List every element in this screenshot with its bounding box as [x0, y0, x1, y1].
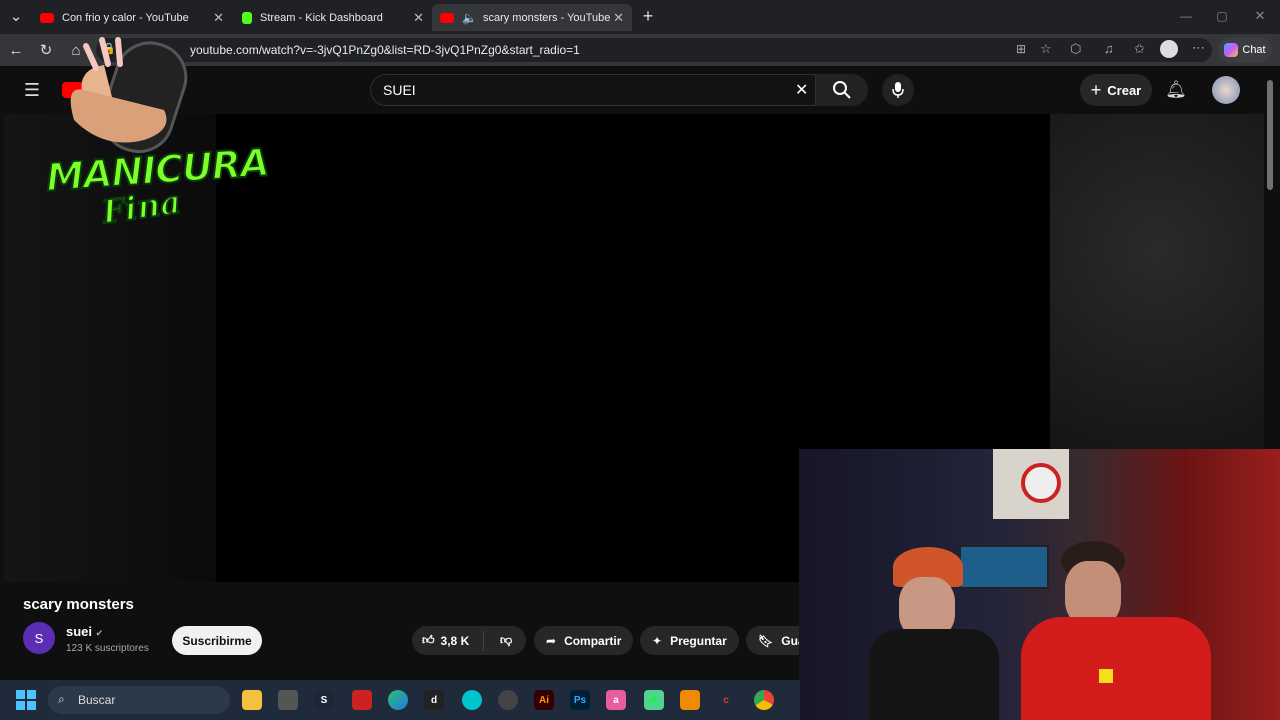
photoshop-icon[interactable]: Ps — [570, 690, 590, 710]
obs-icon[interactable] — [498, 690, 518, 710]
chrome-icon[interactable] — [754, 690, 774, 710]
no-entry-sign-icon — [1021, 463, 1061, 503]
hamburger-menu-icon[interactable]: ☰ — [22, 80, 42, 100]
illustrator-icon[interactable]: Ai — [534, 690, 554, 710]
app-grid-icon[interactable] — [352, 690, 372, 710]
person-left-shirt — [869, 629, 999, 720]
kick-favicon-icon — [242, 11, 252, 24]
tab-title: Con frio y calor - YouTube — [62, 11, 189, 24]
new-tab-icon[interactable]: + — [638, 6, 658, 26]
channel-name-text: suei — [66, 624, 93, 639]
thumbs-up-icon: 👍︎ — [422, 633, 435, 647]
tab-kick-dashboard[interactable]: Stream - Kick Dashboard ✕ — [234, 4, 432, 31]
close-tab-icon[interactable]: ✕ — [213, 10, 224, 26]
like-dislike-group: 👍︎ 3,8 K 👎︎ — [412, 626, 526, 655]
share-arrow-icon: ➦ — [546, 633, 557, 648]
taskbar-search-placeholder: Buscar — [78, 693, 116, 707]
thumbs-down-icon[interactable]: 👎︎ — [492, 633, 512, 648]
address-bar[interactable]: 🔒 youtube.com/watch?v=-3jvQ1PnZg0&list=R… — [96, 38, 1212, 62]
channel-name[interactable]: suei ✔ — [66, 624, 103, 639]
davinci-icon[interactable]: d — [424, 690, 444, 710]
search-button[interactable] — [816, 74, 868, 106]
search-input[interactable]: SUEI ✕ — [370, 74, 816, 106]
url-text[interactable]: youtube.com/watch?v=-3jvQ1PnZg0&list=RD-… — [190, 43, 580, 57]
windows-taskbar: ⌕ Buscar S d Ai Ps a A c — [0, 680, 800, 720]
person-right-shirt — [1021, 617, 1211, 720]
vlc-icon[interactable] — [680, 690, 700, 710]
app-a-green-icon[interactable]: A — [644, 690, 664, 710]
favorite-star-icon[interactable]: ☆ — [1040, 41, 1052, 57]
steam-icon[interactable]: S — [314, 690, 334, 710]
tab-search-chevron-icon[interactable]: ⌄ — [6, 6, 26, 26]
sparkle-icon: ✦ — [652, 633, 663, 648]
save-button[interactable]: 🔖︎ Gua — [746, 626, 806, 655]
speaker-icon[interactable]: 🔈 — [462, 11, 477, 25]
app-available-icon[interactable]: ⊞ — [1016, 42, 1026, 56]
ask-label: Preguntar — [670, 633, 727, 648]
notifications-bell-icon[interactable]: 🔔︎ — [1165, 80, 1187, 100]
back-icon[interactable]: ← — [6, 40, 26, 60]
maximize-icon[interactable]: ▢ — [1212, 6, 1232, 26]
page-scrollbar[interactable] — [1267, 80, 1273, 190]
share-label: Compartir — [564, 633, 622, 648]
canva-icon[interactable] — [462, 690, 482, 710]
minimize-icon[interactable]: — — [1176, 6, 1196, 26]
subscriber-count: 123 K suscriptores — [66, 643, 149, 654]
edge-icon[interactable] — [388, 690, 408, 710]
file-explorer-icon[interactable] — [242, 690, 262, 710]
search-icon: ⌕ — [58, 692, 65, 706]
chat-label: Chat — [1242, 44, 1266, 56]
app-c-red-icon[interactable]: c — [716, 690, 736, 710]
more-menu-icon[interactable]: ⋯ — [1192, 40, 1205, 56]
copilot-icon — [1224, 43, 1239, 57]
search-value: SUEI — [383, 82, 416, 98]
video-title: scary monsters — [23, 596, 134, 613]
ask-button[interactable]: ✦ Preguntar — [640, 626, 739, 655]
tab-title: scary monsters - YouTube — [482, 11, 611, 24]
like-count: 3,8 K — [440, 633, 470, 648]
microphone-yellow-icon — [1099, 669, 1113, 683]
like-button[interactable]: 👍︎ 3,8 K — [412, 630, 484, 651]
copilot-chat-button[interactable]: Chat — [1218, 37, 1272, 63]
bookmark-icon: 🔖︎ — [758, 633, 774, 648]
account-avatar[interactable] — [1212, 76, 1240, 104]
extensions-icon[interactable]: ⬡ — [1070, 41, 1081, 57]
tab-scary-monsters[interactable]: 🔈 scary monsters - YouTube ✕ — [432, 4, 632, 31]
youtube-favicon-icon — [440, 12, 454, 23]
share-button[interactable]: ➦ Compartir — [534, 626, 634, 655]
youtube-favicon-icon — [40, 12, 54, 23]
app-hexagon-icon[interactable] — [278, 690, 298, 710]
profile-icon[interactable] — [1160, 40, 1178, 58]
close-tab-icon[interactable]: ✕ — [413, 10, 424, 26]
app-a-pink-icon[interactable]: a — [606, 690, 626, 710]
verified-badge-icon: ✔ — [95, 628, 104, 638]
close-tab-icon[interactable]: ✕ — [613, 10, 624, 26]
windows-start-icon[interactable] — [16, 690, 36, 710]
channel-avatar[interactable]: S — [23, 622, 55, 654]
create-button[interactable]: + Crear — [1080, 74, 1152, 106]
tab-con-frio-y-calor[interactable]: Con frio y calor - YouTube ✕ — [32, 4, 232, 31]
close-window-icon[interactable]: ✕ — [1250, 6, 1270, 26]
clear-search-icon[interactable]: ✕ — [795, 80, 808, 100]
webcam-overlay — [799, 449, 1280, 720]
plus-icon: + — [1090, 79, 1102, 100]
search-icon — [833, 81, 851, 99]
browser-tab-strip: ⌄ Con frio y calor - YouTube ✕ Stream - … — [0, 0, 1280, 34]
voice-search-button[interactable] — [882, 74, 914, 106]
microphone-icon — [892, 82, 904, 98]
media-icon[interactable]: ♫ — [1104, 41, 1114, 56]
tab-title: Stream - Kick Dashboard — [260, 11, 383, 24]
monitor-screen — [959, 545, 1049, 589]
taskbar-search[interactable]: ⌕ Buscar — [48, 686, 230, 714]
create-label: Crear — [1107, 82, 1142, 98]
subscribe-button[interactable]: Suscribirme — [172, 626, 262, 655]
right-sidebar-panel — [1050, 114, 1264, 454]
channel-initial: S — [34, 630, 44, 646]
manicura-fina-logo: MANICURA Fina — [44, 30, 271, 245]
favorites-icon[interactable]: ✩ — [1134, 41, 1145, 57]
